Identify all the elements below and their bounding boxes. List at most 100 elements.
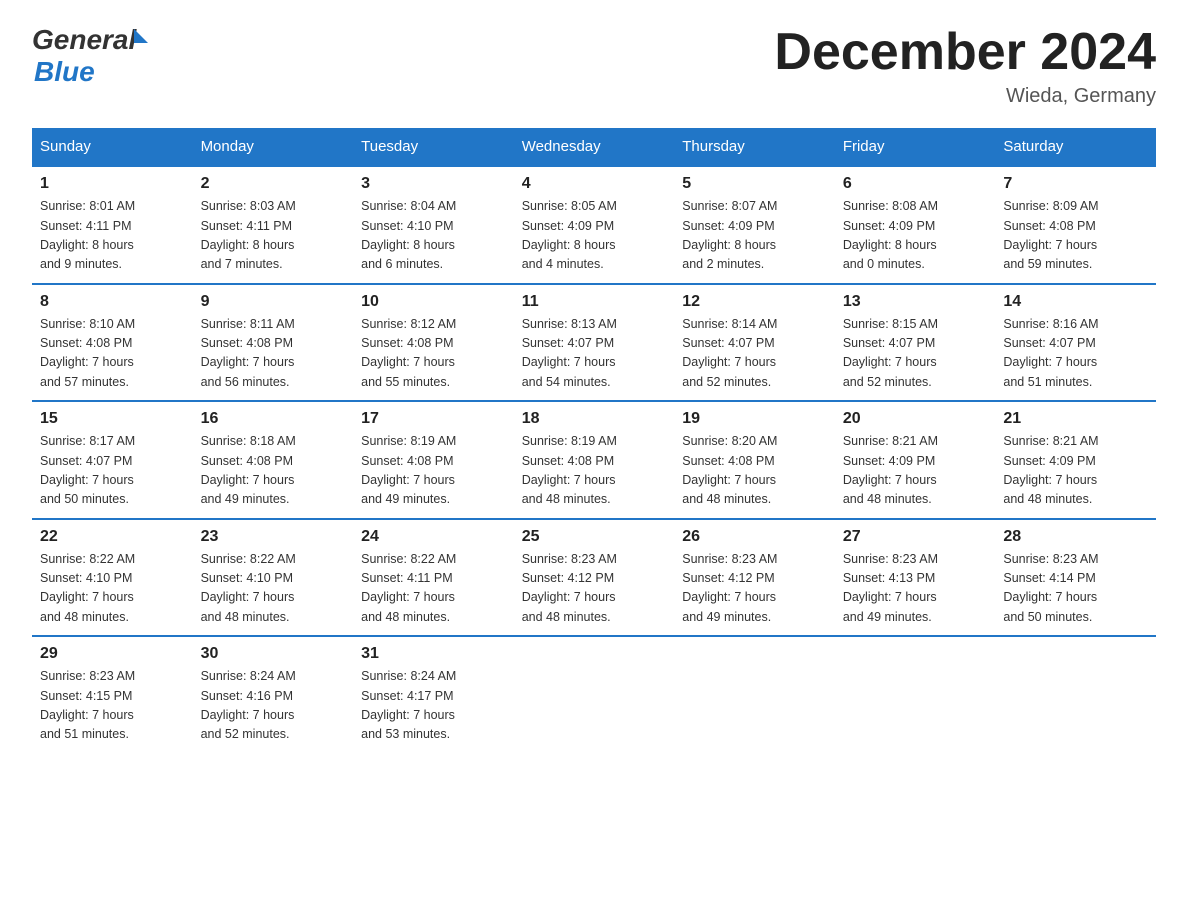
- day-number: 11: [522, 293, 667, 311]
- calendar-cell: 3 Sunrise: 8:04 AMSunset: 4:10 PMDayligh…: [353, 166, 514, 284]
- calendar-cell: 12 Sunrise: 8:14 AMSunset: 4:07 PMDaylig…: [674, 284, 835, 402]
- calendar-cell: 17 Sunrise: 8:19 AMSunset: 4:08 PMDaylig…: [353, 401, 514, 519]
- header-wednesday: Wednesday: [514, 128, 675, 166]
- day-info: Sunrise: 8:23 AMSunset: 4:12 PMDaylight:…: [522, 552, 617, 624]
- calendar-cell: 31 Sunrise: 8:24 AMSunset: 4:17 PMDaylig…: [353, 636, 514, 753]
- calendar-cell: 14 Sunrise: 8:16 AMSunset: 4:07 PMDaylig…: [995, 284, 1156, 402]
- logo: General Blue: [32, 24, 148, 88]
- calendar-cell: 25 Sunrise: 8:23 AMSunset: 4:12 PMDaylig…: [514, 519, 675, 637]
- day-number: 7: [1003, 175, 1148, 193]
- day-info: Sunrise: 8:05 AMSunset: 4:09 PMDaylight:…: [522, 199, 617, 271]
- calendar-cell: [995, 636, 1156, 753]
- calendar-cell: 24 Sunrise: 8:22 AMSunset: 4:11 PMDaylig…: [353, 519, 514, 637]
- calendar-cell: 20 Sunrise: 8:21 AMSunset: 4:09 PMDaylig…: [835, 401, 996, 519]
- day-info: Sunrise: 8:19 AMSunset: 4:08 PMDaylight:…: [361, 434, 456, 506]
- calendar-cell: 19 Sunrise: 8:20 AMSunset: 4:08 PMDaylig…: [674, 401, 835, 519]
- day-number: 6: [843, 175, 988, 193]
- calendar-cell: 16 Sunrise: 8:18 AMSunset: 4:08 PMDaylig…: [193, 401, 354, 519]
- day-info: Sunrise: 8:07 AMSunset: 4:09 PMDaylight:…: [682, 199, 777, 271]
- header-tuesday: Tuesday: [353, 128, 514, 166]
- day-number: 8: [40, 293, 185, 311]
- day-number: 3: [361, 175, 506, 193]
- logo-general-text: General: [32, 24, 136, 56]
- location-text: Wieda, Germany: [774, 85, 1156, 108]
- header-thursday: Thursday: [674, 128, 835, 166]
- day-info: Sunrise: 8:10 AMSunset: 4:08 PMDaylight:…: [40, 317, 135, 389]
- day-number: 20: [843, 410, 988, 428]
- calendar-cell: 30 Sunrise: 8:24 AMSunset: 4:16 PMDaylig…: [193, 636, 354, 753]
- day-info: Sunrise: 8:01 AMSunset: 4:11 PMDaylight:…: [40, 199, 135, 271]
- day-number: 5: [682, 175, 827, 193]
- calendar-cell: [835, 636, 996, 753]
- day-number: 23: [201, 528, 346, 546]
- day-info: Sunrise: 8:17 AMSunset: 4:07 PMDaylight:…: [40, 434, 135, 506]
- week-row-2: 8 Sunrise: 8:10 AMSunset: 4:08 PMDayligh…: [32, 284, 1156, 402]
- calendar-cell: 4 Sunrise: 8:05 AMSunset: 4:09 PMDayligh…: [514, 166, 675, 284]
- day-number: 28: [1003, 528, 1148, 546]
- calendar-cell: 6 Sunrise: 8:08 AMSunset: 4:09 PMDayligh…: [835, 166, 996, 284]
- day-number: 10: [361, 293, 506, 311]
- day-info: Sunrise: 8:12 AMSunset: 4:08 PMDaylight:…: [361, 317, 456, 389]
- day-number: 1: [40, 175, 185, 193]
- day-info: Sunrise: 8:14 AMSunset: 4:07 PMDaylight:…: [682, 317, 777, 389]
- day-info: Sunrise: 8:19 AMSunset: 4:08 PMDaylight:…: [522, 434, 617, 506]
- day-info: Sunrise: 8:22 AMSunset: 4:10 PMDaylight:…: [201, 552, 296, 624]
- day-info: Sunrise: 8:13 AMSunset: 4:07 PMDaylight:…: [522, 317, 617, 389]
- logo-triangle-icon: [134, 29, 148, 43]
- header-monday: Monday: [193, 128, 354, 166]
- day-number: 14: [1003, 293, 1148, 311]
- day-info: Sunrise: 8:11 AMSunset: 4:08 PMDaylight:…: [201, 317, 295, 389]
- header-saturday: Saturday: [995, 128, 1156, 166]
- calendar-cell: 1 Sunrise: 8:01 AMSunset: 4:11 PMDayligh…: [32, 166, 193, 284]
- calendar-cell: 2 Sunrise: 8:03 AMSunset: 4:11 PMDayligh…: [193, 166, 354, 284]
- day-number: 27: [843, 528, 988, 546]
- day-info: Sunrise: 8:23 AMSunset: 4:12 PMDaylight:…: [682, 552, 777, 624]
- title-block: December 2024 Wieda, Germany: [774, 24, 1156, 108]
- day-info: Sunrise: 8:04 AMSunset: 4:10 PMDaylight:…: [361, 199, 456, 271]
- day-number: 22: [40, 528, 185, 546]
- day-number: 24: [361, 528, 506, 546]
- day-number: 16: [201, 410, 346, 428]
- header-friday: Friday: [835, 128, 996, 166]
- day-number: 12: [682, 293, 827, 311]
- calendar-cell: 23 Sunrise: 8:22 AMSunset: 4:10 PMDaylig…: [193, 519, 354, 637]
- calendar-cell: 22 Sunrise: 8:22 AMSunset: 4:10 PMDaylig…: [32, 519, 193, 637]
- day-number: 18: [522, 410, 667, 428]
- header-sunday: Sunday: [32, 128, 193, 166]
- calendar-cell: 10 Sunrise: 8:12 AMSunset: 4:08 PMDaylig…: [353, 284, 514, 402]
- day-info: Sunrise: 8:15 AMSunset: 4:07 PMDaylight:…: [843, 317, 938, 389]
- day-info: Sunrise: 8:03 AMSunset: 4:11 PMDaylight:…: [201, 199, 296, 271]
- day-number: 17: [361, 410, 506, 428]
- day-info: Sunrise: 8:21 AMSunset: 4:09 PMDaylight:…: [1003, 434, 1098, 506]
- calendar-cell: [514, 636, 675, 753]
- week-row-5: 29 Sunrise: 8:23 AMSunset: 4:15 PMDaylig…: [32, 636, 1156, 753]
- calendar-cell: 11 Sunrise: 8:13 AMSunset: 4:07 PMDaylig…: [514, 284, 675, 402]
- calendar-cell: 26 Sunrise: 8:23 AMSunset: 4:12 PMDaylig…: [674, 519, 835, 637]
- day-info: Sunrise: 8:24 AMSunset: 4:16 PMDaylight:…: [201, 669, 296, 741]
- day-info: Sunrise: 8:22 AMSunset: 4:10 PMDaylight:…: [40, 552, 135, 624]
- day-number: 21: [1003, 410, 1148, 428]
- day-info: Sunrise: 8:16 AMSunset: 4:07 PMDaylight:…: [1003, 317, 1098, 389]
- calendar-cell: 9 Sunrise: 8:11 AMSunset: 4:08 PMDayligh…: [193, 284, 354, 402]
- day-number: 30: [201, 645, 346, 663]
- day-number: 4: [522, 175, 667, 193]
- day-info: Sunrise: 8:21 AMSunset: 4:09 PMDaylight:…: [843, 434, 938, 506]
- day-info: Sunrise: 8:20 AMSunset: 4:08 PMDaylight:…: [682, 434, 777, 506]
- calendar-cell: 5 Sunrise: 8:07 AMSunset: 4:09 PMDayligh…: [674, 166, 835, 284]
- day-info: Sunrise: 8:23 AMSunset: 4:15 PMDaylight:…: [40, 669, 135, 741]
- calendar-cell: 18 Sunrise: 8:19 AMSunset: 4:08 PMDaylig…: [514, 401, 675, 519]
- day-number: 26: [682, 528, 827, 546]
- weekday-header-row: Sunday Monday Tuesday Wednesday Thursday…: [32, 128, 1156, 166]
- day-number: 15: [40, 410, 185, 428]
- day-info: Sunrise: 8:08 AMSunset: 4:09 PMDaylight:…: [843, 199, 938, 271]
- day-info: Sunrise: 8:24 AMSunset: 4:17 PMDaylight:…: [361, 669, 456, 741]
- day-number: 19: [682, 410, 827, 428]
- page-header: General Blue December 2024 Wieda, German…: [32, 24, 1156, 108]
- week-row-3: 15 Sunrise: 8:17 AMSunset: 4:07 PMDaylig…: [32, 401, 1156, 519]
- logo-blue-text: Blue: [34, 56, 148, 88]
- calendar-cell: 13 Sunrise: 8:15 AMSunset: 4:07 PMDaylig…: [835, 284, 996, 402]
- month-title: December 2024: [774, 24, 1156, 81]
- day-number: 9: [201, 293, 346, 311]
- day-number: 31: [361, 645, 506, 663]
- calendar-cell: 15 Sunrise: 8:17 AMSunset: 4:07 PMDaylig…: [32, 401, 193, 519]
